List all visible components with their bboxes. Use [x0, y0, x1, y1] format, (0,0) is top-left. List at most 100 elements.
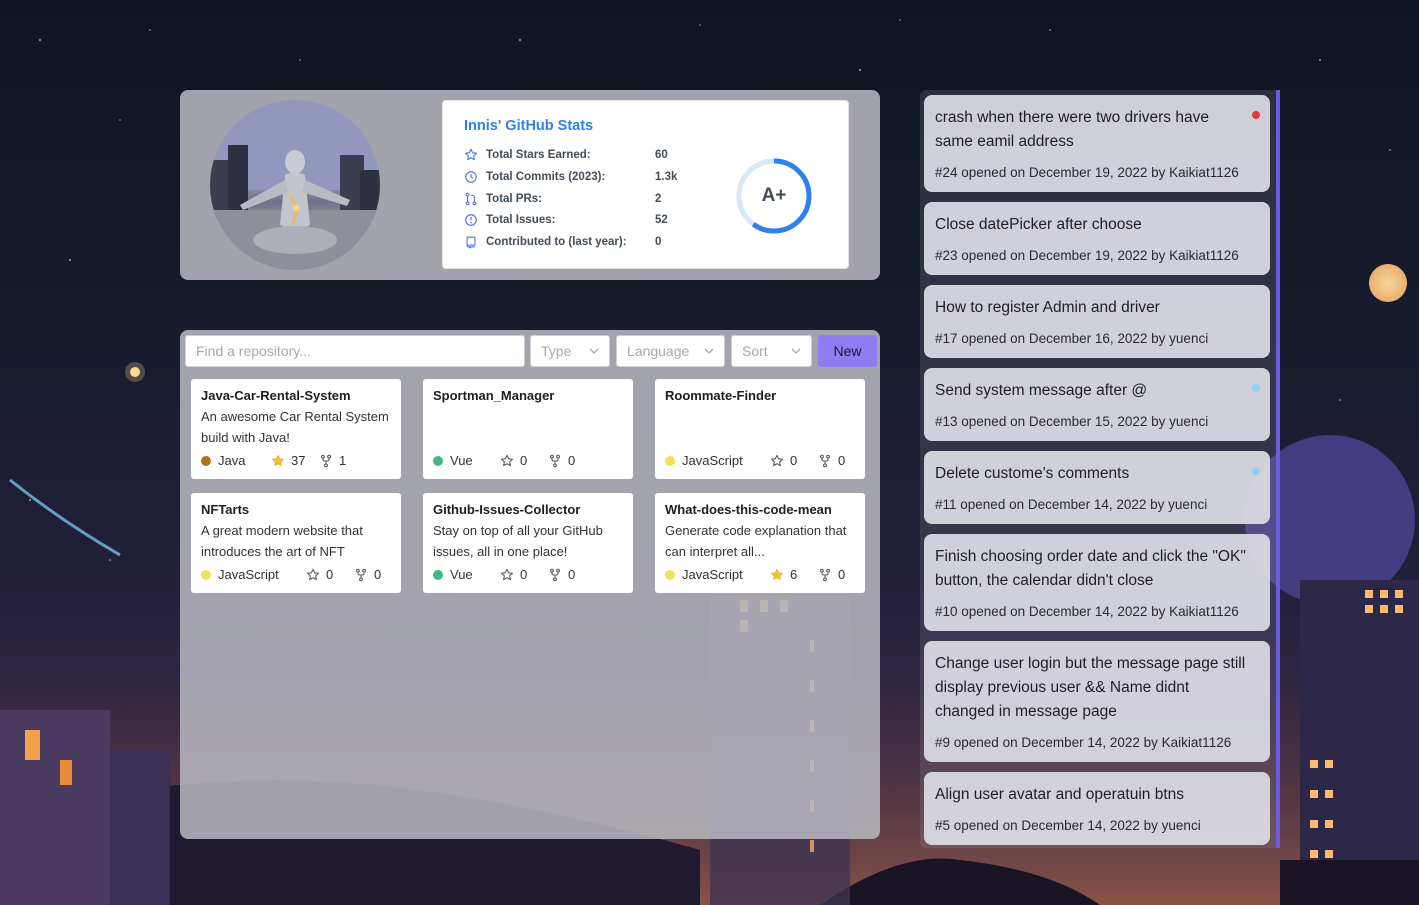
- stat-row-prs: Total PRs: 2: [464, 190, 661, 208]
- stars-group: 0: [770, 453, 818, 468]
- forks-group: 0: [548, 453, 575, 468]
- repository-name[interactable]: Sportman_Manager: [433, 387, 623, 404]
- stat-row-issues: Total Issues: 52: [464, 211, 668, 229]
- star-filled-icon: [770, 568, 784, 582]
- repository-description: [665, 406, 855, 448]
- repository-card[interactable]: Github-Issues-Collector Stay on top of al…: [423, 493, 633, 593]
- stat-row-commits: Total Commits (2023): 1.3k: [464, 168, 677, 186]
- issue-card[interactable]: Change user login but the message page s…: [924, 641, 1270, 762]
- issue-title[interactable]: Send system message after @: [935, 379, 1247, 403]
- issue-title[interactable]: Finish choosing order date and click the…: [935, 545, 1247, 593]
- pull-request-icon: [464, 192, 478, 206]
- repo-icon: [464, 235, 478, 249]
- issue-meta: #23 opened on December 19, 2022 by Kaiki…: [935, 248, 1239, 263]
- stat-value: 2: [655, 193, 662, 205]
- stat-label: Total PRs:: [486, 193, 543, 205]
- repository-name[interactable]: Github-Issues-Collector: [433, 501, 623, 518]
- avatar-statue-image: [210, 100, 380, 270]
- repository-card[interactable]: Java-Car-Rental-System An awesome Car Ren…: [191, 379, 401, 479]
- fork-count: 0: [568, 567, 576, 582]
- issue-title[interactable]: Delete custome's comments: [935, 462, 1247, 486]
- forks-group: 0: [818, 567, 845, 582]
- issue-card[interactable]: How to register Admin and driver #17 open…: [924, 285, 1270, 358]
- repository-language: JavaScript: [218, 567, 279, 582]
- fork-count: 1: [339, 453, 347, 468]
- language-color-dot: [433, 569, 443, 580]
- issue-meta: #5 opened on December 14, 2022 by yuenci: [935, 818, 1201, 833]
- stat-row-contributed: Contributed to (last year): 0: [464, 233, 661, 251]
- repository-language: JavaScript: [682, 453, 743, 468]
- issue-card[interactable]: Send system message after @ #13 opened on…: [924, 368, 1270, 441]
- star-count: 37: [291, 453, 306, 468]
- issue-card[interactable]: Delete custome's comments #11 opened on D…: [924, 451, 1270, 524]
- fork-icon: [818, 568, 832, 582]
- stat-label: Total Commits (2023):: [486, 171, 606, 183]
- issue-card[interactable]: crash when there were two drivers have s…: [924, 95, 1270, 192]
- repository-language: Java: [218, 453, 246, 468]
- issue-title[interactable]: Change user login but the message page s…: [935, 652, 1247, 724]
- repository-meta: JavaScript 0 0: [665, 453, 845, 468]
- fork-count: 0: [838, 453, 846, 468]
- stars-group: 0: [500, 567, 548, 582]
- sort-filter-dropdown[interactable]: Sort: [731, 335, 812, 367]
- stars-group: 0: [500, 453, 548, 468]
- github-stats-card: Innis' GitHub Stats Total Stars Earned: …: [442, 100, 849, 269]
- repository-name[interactable]: Java-Car-Rental-System: [201, 387, 391, 404]
- issue-card[interactable]: Align user avatar and operatuin btns #5 o…: [924, 772, 1270, 845]
- stat-row-stars: Total Stars Earned: 60: [464, 146, 668, 164]
- star-count: 0: [790, 453, 798, 468]
- forks-group: 0: [548, 567, 575, 582]
- repository-description: A great modern website that introduces t…: [201, 523, 363, 559]
- repository-language: JavaScript: [682, 567, 743, 582]
- avatar[interactable]: [210, 100, 380, 270]
- language-color-dot: [665, 569, 675, 580]
- stat-label: Total Stars Earned:: [486, 149, 591, 161]
- chevron-down-icon: [704, 348, 714, 354]
- chevron-down-icon: [791, 348, 801, 354]
- issue-label-dot: [1252, 467, 1260, 475]
- repository-search-input[interactable]: [185, 335, 525, 367]
- stat-value: 52: [655, 214, 668, 226]
- type-filter-dropdown[interactable]: Type: [530, 335, 610, 367]
- filter-label: Sort: [742, 343, 768, 359]
- stars-group: 0: [306, 567, 354, 582]
- repository-name[interactable]: NFTarts: [201, 501, 391, 518]
- repository-meta: Java 37 1: [201, 453, 346, 468]
- repository-card[interactable]: NFTarts A great modern website that intro…: [191, 493, 401, 593]
- language-filter-dropdown[interactable]: Language: [616, 335, 725, 367]
- issues-panel: crash when there were two drivers have s…: [920, 90, 1280, 848]
- repository-name[interactable]: Roommate-Finder: [665, 387, 855, 404]
- rank-grade: A+: [761, 185, 787, 206]
- issue-title[interactable]: How to register Admin and driver: [935, 296, 1247, 320]
- issue-meta: #10 opened on December 14, 2022 by Kaiki…: [935, 604, 1239, 619]
- issue-icon: [464, 213, 478, 227]
- filter-label: Type: [541, 343, 572, 359]
- issue-label-dot: [1252, 111, 1260, 119]
- repository-name[interactable]: What-does-this-code-mean: [665, 501, 855, 518]
- repository-description: [433, 406, 623, 448]
- issue-title[interactable]: Align user avatar and operatuin btns: [935, 783, 1247, 807]
- issue-meta: #11 opened on December 14, 2022 by yuenc…: [935, 497, 1208, 512]
- star-count: 0: [326, 567, 334, 582]
- issue-card[interactable]: Finish choosing order date and click the…: [924, 534, 1270, 631]
- history-icon: [464, 170, 478, 184]
- forks-group: 0: [354, 567, 381, 582]
- fork-count: 0: [374, 567, 382, 582]
- star-icon: [500, 568, 514, 582]
- stat-value: 60: [655, 149, 668, 161]
- language-color-dot: [433, 455, 443, 466]
- new-repository-button[interactable]: New: [818, 335, 877, 367]
- repository-meta: Vue 0 0: [433, 567, 575, 582]
- stat-label: Total Issues:: [486, 214, 556, 226]
- repository-card[interactable]: What-does-this-code-mean Generate code ex…: [655, 493, 865, 593]
- language-color-dot: [201, 455, 211, 466]
- issue-card[interactable]: Close datePicker after choose #23 opened …: [924, 202, 1270, 275]
- fork-icon: [818, 454, 832, 468]
- star-count: 0: [520, 567, 528, 582]
- repository-card[interactable]: Roommate-Finder JavaScript 0 0: [655, 379, 865, 479]
- repository-panel: Type Language Sort New Java-Car-Rental-S…: [180, 330, 880, 839]
- language-color-dot: [665, 455, 675, 466]
- issue-title[interactable]: crash when there were two drivers have s…: [935, 106, 1247, 154]
- repository-card[interactable]: Sportman_Manager Vue 0 0: [423, 379, 633, 479]
- issue-title[interactable]: Close datePicker after choose: [935, 213, 1247, 237]
